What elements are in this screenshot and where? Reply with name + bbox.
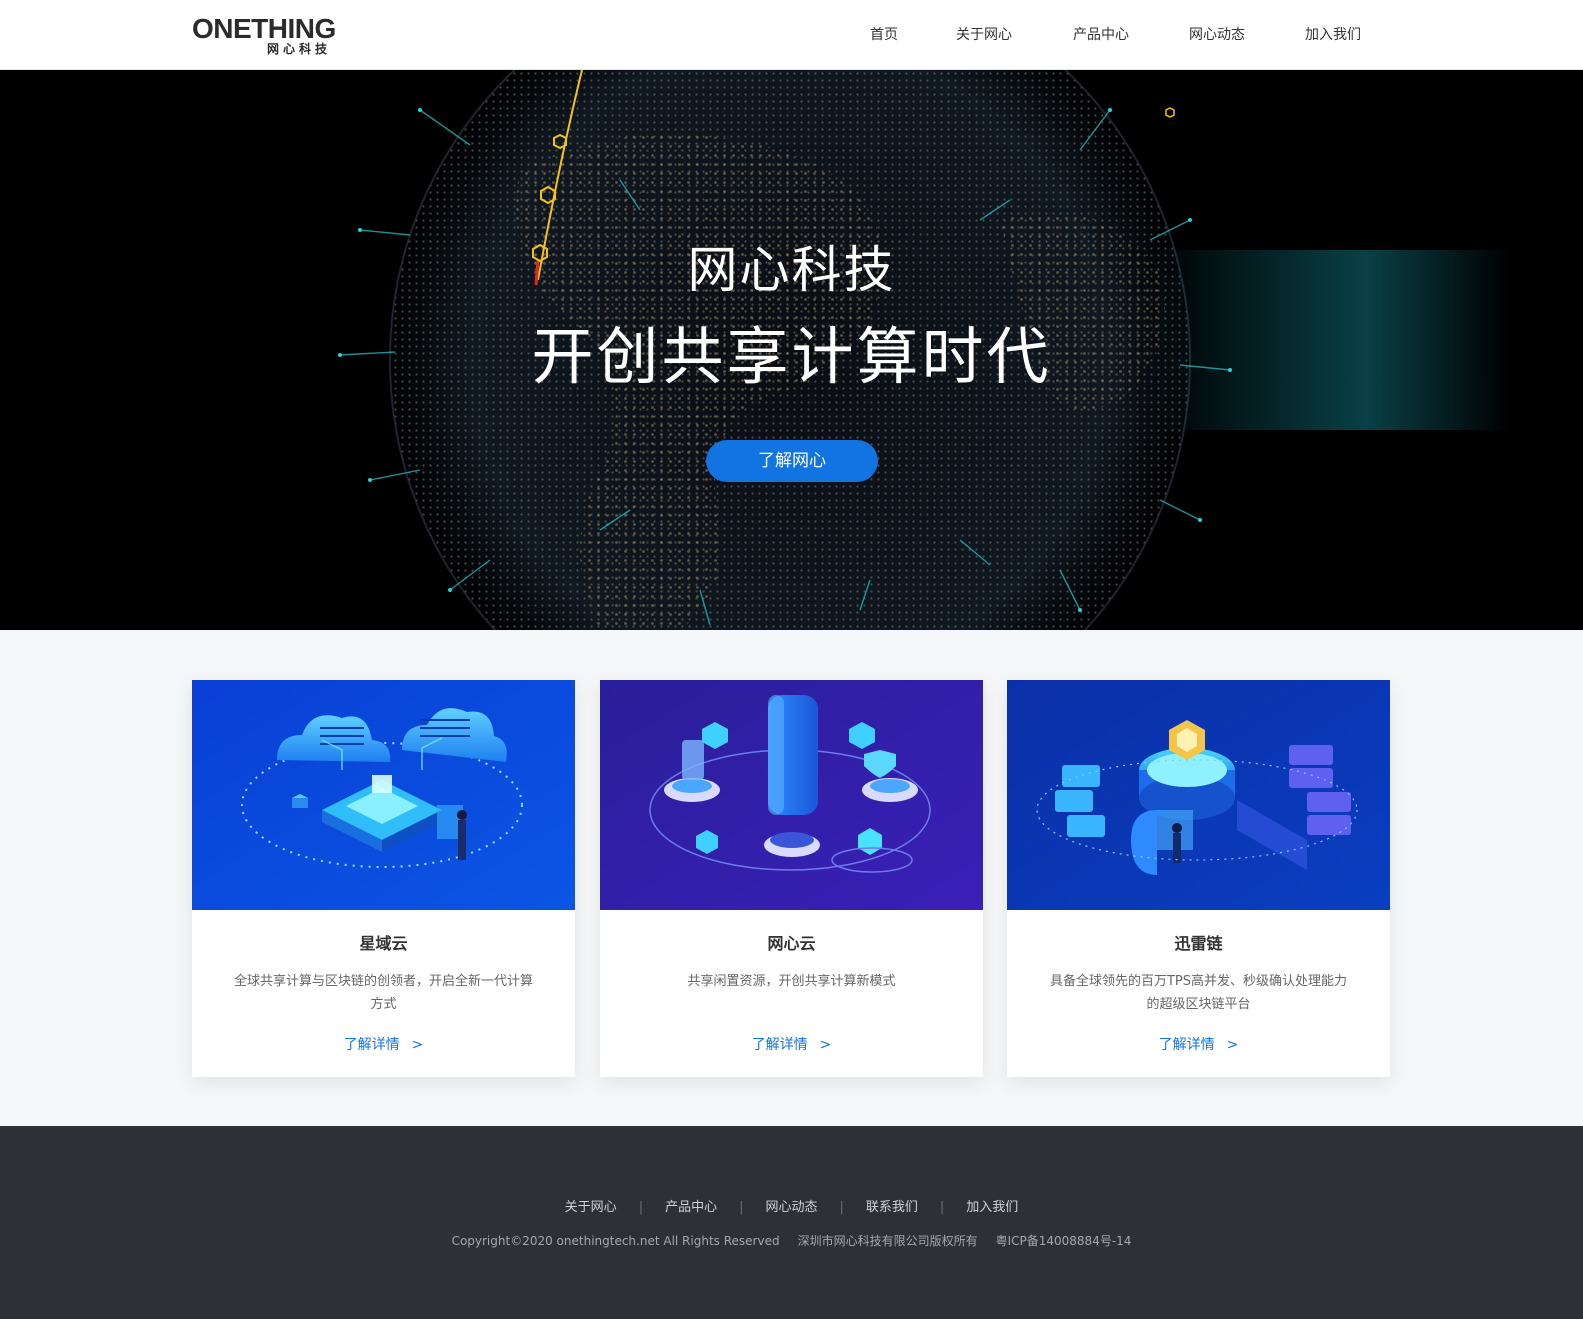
nav-item-about[interactable]: 关于网心 — [956, 25, 1012, 45]
site-footer: 关于网心 | 产品中心 | 网心动态 | 联系我们 | 加入我们 Copyright©2020 … — [0, 1126, 1583, 1319]
nav-item-products[interactable]: 产品中心 — [1073, 25, 1129, 45]
footer-nav: 关于网心 | 产品中心 | 网心动态 | 联系我们 | 加入我们 — [0, 1196, 1583, 1215]
learn-details-label: 了解详情 — [751, 1037, 808, 1053]
hero-title: 网心科技 — [687, 241, 896, 299]
product-title: 迅雷链 — [1174, 934, 1223, 953]
product-card-wangxin[interactable]: 网心云 共享闲置资源，开创共享计算新模式 了解详情 > — [600, 680, 983, 1077]
chevron-right-icon: > — [411, 1037, 424, 1053]
learn-details-link[interactable]: 了解详情 > — [1007, 1034, 1390, 1054]
company-text: 深圳市网心科技有限公司版权所有 — [797, 1234, 978, 1248]
products-section: 星域云 全球共享计算与区块链的创领者，开启全新一代计算方式 了解详情 > 网心云… — [0, 630, 1583, 1126]
footer-link-join[interactable]: 加入我们 — [944, 1196, 1040, 1215]
product-description: 具备全球领先的百万TPS高并发、秒级确认处理能力的超级区块链平台 — [1049, 974, 1348, 1012]
product-description: 全球共享计算与区块链的创领者，开启全新一代计算方式 — [233, 974, 533, 1012]
hero-banner: 网心科技 开创共享计算时代 了解网心 — [0, 70, 1583, 630]
learn-details-link[interactable]: 了解详情 > — [192, 1034, 575, 1054]
nav-item-home[interactable]: 首页 — [870, 25, 898, 45]
learn-details-label: 了解详情 — [343, 1037, 400, 1053]
copyright-text: Copyright©2020 onethingtech.net All Righ… — [451, 1234, 780, 1248]
chevron-right-icon: > — [1226, 1037, 1239, 1053]
icp-link[interactable]: 粤ICP备14008884号-14 — [996, 1234, 1132, 1248]
product-description: 共享闲置资源，开创共享计算新模式 — [687, 974, 896, 989]
footer-link-contact[interactable]: 联系我们 — [844, 1196, 940, 1215]
product-title: 星域云 — [359, 934, 408, 953]
footer-link-news[interactable]: 网心动态 — [743, 1196, 839, 1215]
product-card-xingyu[interactable]: 星域云 全球共享计算与区块链的创领者，开启全新一代计算方式 了解详情 > — [192, 680, 575, 1077]
learn-more-button[interactable]: 了解网心 — [706, 440, 878, 482]
footer-link-about[interactable]: 关于网心 — [543, 1196, 639, 1215]
xingyu-cloud-illustration — [192, 680, 575, 910]
chevron-right-icon: > — [819, 1037, 832, 1053]
learn-details-label: 了解详情 — [1158, 1037, 1215, 1053]
main-nav: 首页 关于网心 产品中心 网心动态 加入我们 — [0, 0, 1583, 70]
footer-link-products[interactable]: 产品中心 — [643, 1196, 739, 1215]
xunlei-chain-illustration — [1007, 680, 1390, 910]
product-title: 网心云 — [767, 934, 816, 953]
nav-item-news[interactable]: 网心动态 — [1189, 25, 1245, 45]
wangxin-cloud-illustration — [600, 680, 983, 910]
nav-item-join[interactable]: 加入我们 — [1305, 25, 1361, 45]
learn-details-link[interactable]: 了解详情 > — [600, 1034, 983, 1054]
hero-subtitle: 开创共享计算时代 — [531, 320, 1052, 393]
site-header: ONETHING 网心科技 首页 关于网心 产品中心 网心动态 加入我们 — [0, 0, 1583, 70]
footer-copyright: Copyright©2020 onethingtech.net All Righ… — [0, 1232, 1583, 1249]
product-card-xunlei[interactable]: 迅雷链 具备全球领先的百万TPS高并发、秒级确认处理能力的超级区块链平台 了解详… — [1007, 680, 1390, 1077]
